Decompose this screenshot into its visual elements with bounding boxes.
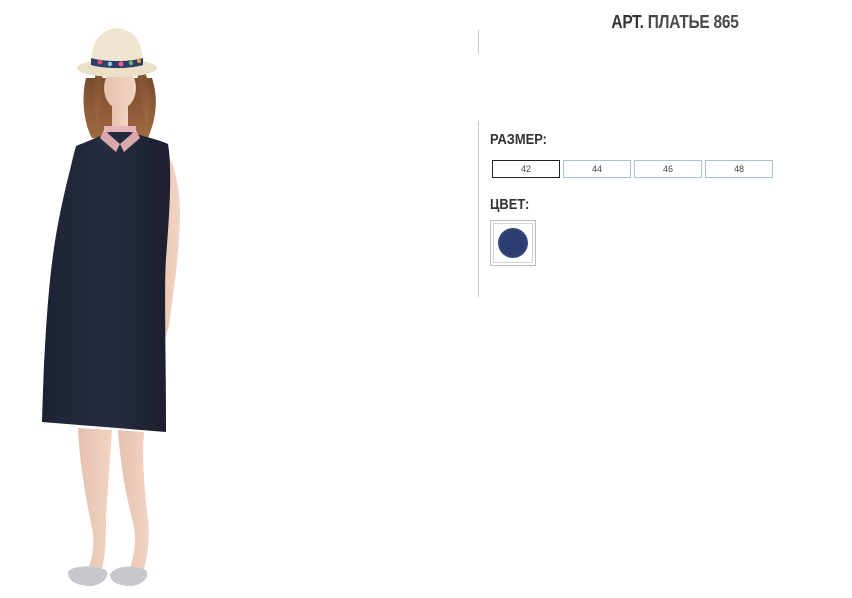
divider-options [478,121,479,297]
size-option-44[interactable]: 44 [563,160,631,178]
color-label: ЦВЕТ: [490,196,530,213]
size-option-48[interactable]: 48 [705,160,773,178]
size-option-42[interactable]: 42 [492,160,560,178]
size-label: РАЗМЕР: [490,131,547,148]
size-option-46[interactable]: 46 [634,160,702,178]
size-selector: 42 44 46 48 [492,160,773,178]
product-name: ПЛАТЬЕ 865 [647,12,739,32]
divider-top [478,30,479,54]
color-swatch-frame [493,223,533,263]
color-swatch-dot [498,228,528,258]
color-swatch-navy[interactable] [490,220,536,266]
product-article-prefix: АРТ. [611,12,644,32]
product-title: АРТ. ПЛАТЬЕ 865 [576,12,774,33]
product-photo [20,18,220,598]
